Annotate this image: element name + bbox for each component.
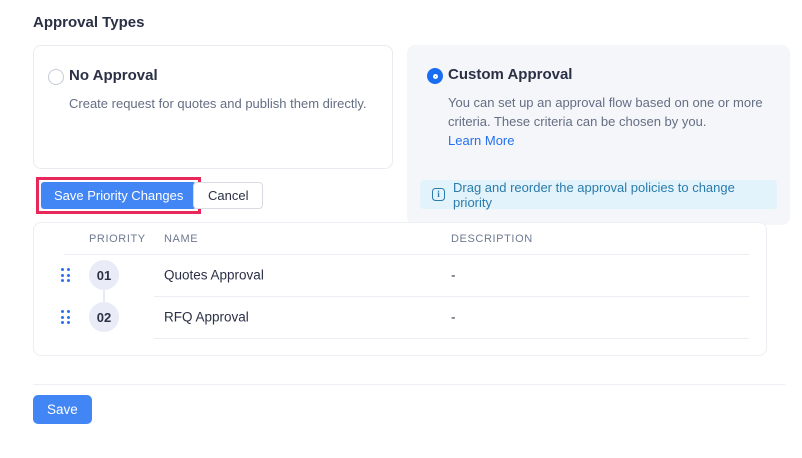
policy-description: - (451, 268, 456, 283)
banner-text: Drag and reorder the approval policies t… (453, 180, 777, 210)
approval-policies-table: PRIORITY NAME DESCRIPTION 01 Quotes Appr… (33, 222, 767, 356)
drag-reorder-banner: i Drag and reorder the approval policies… (420, 180, 777, 209)
policy-name: RFQ Approval (164, 310, 249, 325)
custom-approval-description: You can set up an approval flow based on… (448, 93, 780, 150)
learn-more-link[interactable]: Learn More (448, 133, 514, 148)
row-separator (154, 338, 749, 339)
save-priority-changes-button[interactable]: Save Priority Changes (41, 182, 196, 209)
no-approval-description: Create request for quotes and publish th… (69, 94, 389, 113)
no-approval-label: No Approval (69, 67, 158, 84)
no-approval-radio-unselected[interactable] (48, 69, 64, 85)
cancel-button[interactable]: Cancel (193, 182, 263, 209)
table-row-quotes-approval: 01 Quotes Approval - (34, 254, 766, 296)
custom-approval-radio-selected[interactable] (427, 68, 443, 84)
column-header-description: DESCRIPTION (451, 233, 533, 245)
table-header-row: PRIORITY NAME DESCRIPTION (34, 223, 766, 254)
drag-handle-icon[interactable] (61, 310, 70, 324)
section-divider (33, 384, 785, 385)
priority-badge: 01 (89, 260, 119, 290)
priority-badge: 02 (89, 302, 119, 332)
drag-handle-icon[interactable] (61, 268, 70, 282)
annotation-highlight-box: Save Priority Changes (36, 177, 201, 214)
page-title: Approval Types (33, 14, 144, 31)
table-row-rfq-approval: 02 RFQ Approval - (34, 296, 766, 338)
option-card-custom-approval[interactable]: Custom Approval You can set up an approv… (407, 45, 790, 225)
radio-dot (433, 74, 438, 79)
save-button[interactable]: Save (33, 395, 92, 424)
column-header-name: NAME (164, 233, 198, 245)
approval-types-page: Approval Types No Approval Create reques… (0, 0, 802, 458)
custom-approval-label: Custom Approval (448, 66, 572, 83)
policy-name: Quotes Approval (164, 268, 264, 283)
option-card-no-approval[interactable]: No Approval Create request for quotes an… (33, 45, 393, 169)
info-icon: i (432, 188, 445, 201)
custom-approval-description-text: You can set up an approval flow based on… (448, 95, 763, 129)
policy-description: - (451, 310, 456, 325)
column-header-priority: PRIORITY (89, 233, 146, 245)
